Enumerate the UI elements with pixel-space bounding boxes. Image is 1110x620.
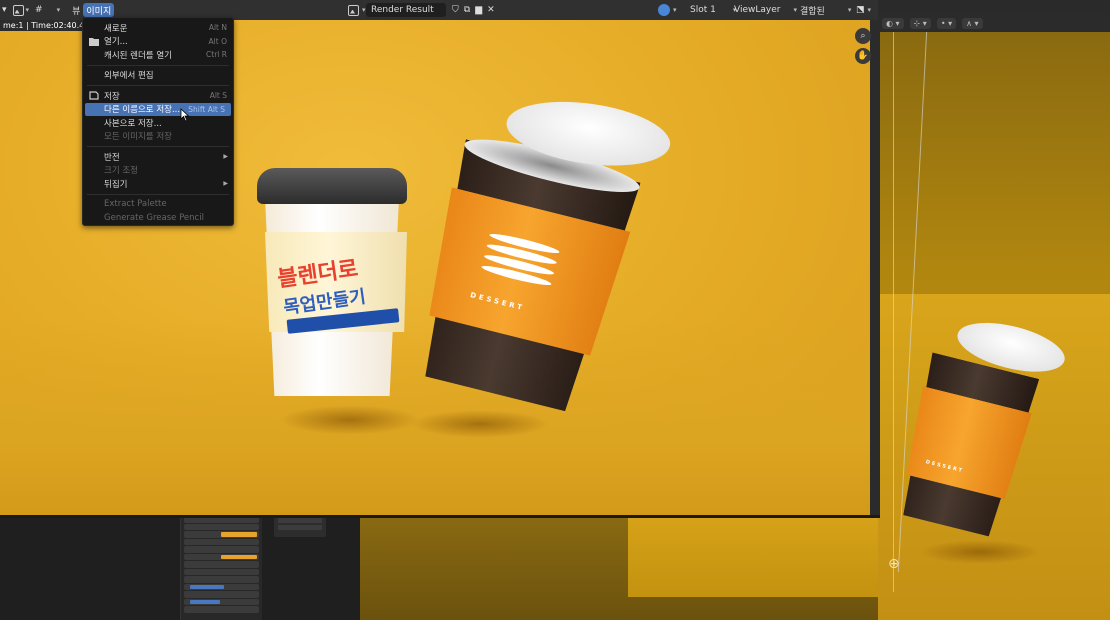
property-row[interactable] [184, 546, 259, 553]
shader-properties-panel[interactable] [180, 515, 262, 620]
editor-type-button[interactable]: ▾ [10, 3, 33, 17]
new-image-icon[interactable]: ⧉ [464, 5, 470, 15]
open-folder-icon[interactable]: ▆ [475, 5, 482, 15]
image-editor-icon [12, 4, 24, 16]
property-row[interactable] [184, 523, 259, 530]
menu-item-shortcut: Shift Alt S [188, 104, 225, 114]
view-layer-dropdown[interactable]: ViewLayer ▾ [730, 5, 801, 15]
gizmo-dropdown[interactable]: ⬔ ▾ [852, 5, 875, 15]
property-row[interactable] [184, 583, 259, 590]
property-row[interactable] [184, 606, 259, 613]
menu-item-label: 외부에서 편집 [104, 71, 154, 82]
menu-item-shortcut: Alt N [208, 23, 227, 33]
menu-item-open[interactable]: 열기... Alt O [83, 35, 233, 49]
cup-lid [257, 168, 407, 204]
menu-item-label: 다른 이름으로 저장... [104, 105, 181, 116]
image-name-field[interactable]: Render Result [366, 3, 446, 17]
unlink-close-icon[interactable]: ✕ [487, 5, 495, 15]
node-popup[interactable] [274, 515, 326, 537]
image-icon [348, 4, 359, 16]
image-menu-dropdown: 새로운 Alt N 열기... Alt O 캐시된 렌더를 열기 Ctrl R 외부에… [82, 17, 234, 226]
node-popup-row[interactable] [278, 525, 322, 530]
mouse-pointer-icon [180, 108, 190, 122]
property-row[interactable] [184, 568, 259, 575]
viewport-mode-dropdown[interactable]: ◐ ▾ [882, 17, 904, 29]
editor-border [0, 515, 880, 518]
menu-item-save-copy[interactable]: 사본으로 저장... [83, 116, 233, 130]
menu-item-shortcut: Alt S [209, 91, 227, 101]
menu-item-label: 모든 이미지를 저장 [104, 132, 172, 143]
viewport-gizmo-toggle[interactable]: ⊹ ▾ [909, 17, 931, 29]
property-row[interactable] [184, 598, 259, 605]
paper-cup-render: 블렌더로 목업만들기 [257, 168, 407, 396]
channels-icon [658, 4, 670, 16]
zoom-icon[interactable]: ⌕ [855, 28, 871, 44]
menu-item-label: 새로운 [104, 23, 128, 34]
cup-shadow [280, 405, 420, 435]
menu-item-edit-externally[interactable]: 외부에서 편집 [83, 69, 233, 83]
menu-item-label: 반전 [104, 152, 120, 163]
view-layer-label: ViewLayer [734, 5, 781, 15]
submenu-arrow-icon: ▶ [223, 153, 228, 161]
slot-label: Slot 1 [690, 5, 716, 15]
menu-item-label: 캐시된 렌더를 열기 [104, 50, 172, 61]
property-row[interactable] [184, 576, 259, 583]
menu-item-open-cached-render[interactable]: 캐시된 렌더를 열기 Ctrl R [83, 48, 233, 62]
render-status-text: me:1 | Time:02:40.40 [0, 20, 93, 31]
menu-item-label: 크기 조정 [104, 166, 138, 177]
menu-separator [87, 64, 229, 66]
render-pass-dropdown[interactable]: 결합된 ▾ [796, 4, 855, 17]
folder-icon [89, 37, 99, 46]
editor-type-fragment[interactable]: ▾ [0, 3, 10, 17]
submenu-arrow-icon: ▶ [223, 180, 228, 188]
menu-item-save-as[interactable]: 다른 이름으로 저장... Shift Alt S [85, 102, 231, 116]
menu-item-label: 열기... [104, 37, 128, 48]
menu-item-resize: 크기 조정 [83, 164, 233, 178]
menu-item-generate-grease-pencil: Generate Grease Pencil [83, 211, 233, 225]
gizmo-icon: ⬔ [856, 5, 865, 15]
menu-item-label: 사본으로 저장... [104, 118, 162, 129]
menu-item-label: 저장 [104, 91, 120, 102]
viewport-camera-region [628, 515, 878, 597]
snap-toggle[interactable]: • ▾ [936, 17, 957, 29]
menu-item-new[interactable]: 새로운 Alt N [83, 21, 233, 35]
menu-item-save-all-images: 모든 이미지를 저장 [83, 130, 233, 144]
property-row[interactable] [184, 553, 259, 560]
render-pass-label: 결합된 [800, 6, 825, 17]
3d-cursor-icon[interactable]: ⊕ [888, 556, 900, 572]
node-popup-row[interactable] [278, 518, 322, 523]
menu-separator [87, 146, 229, 147]
proportional-edit-toggle[interactable]: ∧ ▾ [962, 17, 983, 29]
hash-icon: # [35, 5, 43, 15]
property-row[interactable] [184, 531, 259, 538]
menu-item-shortcut: Alt O [208, 36, 227, 46]
display-channels-dropdown[interactable]: ▾ [654, 4, 681, 16]
menu-item-save[interactable]: 저장 Alt S [83, 89, 233, 103]
viewport-header: ◐ ▾ ⊹ ▾ • ▾ ∧ ▾ [878, 14, 1110, 32]
blender-window: ◐ ▾ ⊹ ▾ • ▾ ∧ ▾ DESSERT ⊕ 블렌더로 목업만들기 DES… [0, 0, 1110, 620]
image-editor-sidebar-edge[interactable] [870, 20, 880, 518]
menu-item-flip[interactable]: 뒤집기 ▶ [83, 177, 233, 191]
property-row[interactable] [184, 538, 259, 545]
menu-separator [87, 85, 229, 86]
image-datablock-controls: ⛉ ⧉ ▆ ✕ [448, 5, 499, 15]
cup-shadow [920, 540, 1040, 564]
property-row[interactable] [184, 561, 259, 568]
viewport-scene-bottom [360, 515, 878, 620]
mode-dropdown[interactable]: # ▾ [32, 3, 63, 17]
cup-shadow [410, 410, 550, 438]
menu-item-extract-palette: Extract Palette [83, 198, 233, 212]
save-icon [89, 91, 99, 100]
menu-item-label: Generate Grease Pencil [104, 212, 204, 223]
menu-item-shortcut: Ctrl R [206, 50, 227, 60]
menu-item-label: Extract Palette [104, 199, 167, 210]
menu-image[interactable]: 이미지 [83, 3, 115, 17]
menu-item-label: 뒤집기 [104, 179, 128, 190]
property-row[interactable] [184, 591, 259, 598]
menu-item-invert[interactable]: 반전 ▶ [83, 150, 233, 164]
menu-separator [87, 193, 229, 195]
hand-pan-icon[interactable]: ✋ [855, 48, 871, 64]
menu-view[interactable]: 뷰 [69, 3, 83, 17]
fake-user-shield-icon[interactable]: ⛉ [452, 5, 459, 15]
